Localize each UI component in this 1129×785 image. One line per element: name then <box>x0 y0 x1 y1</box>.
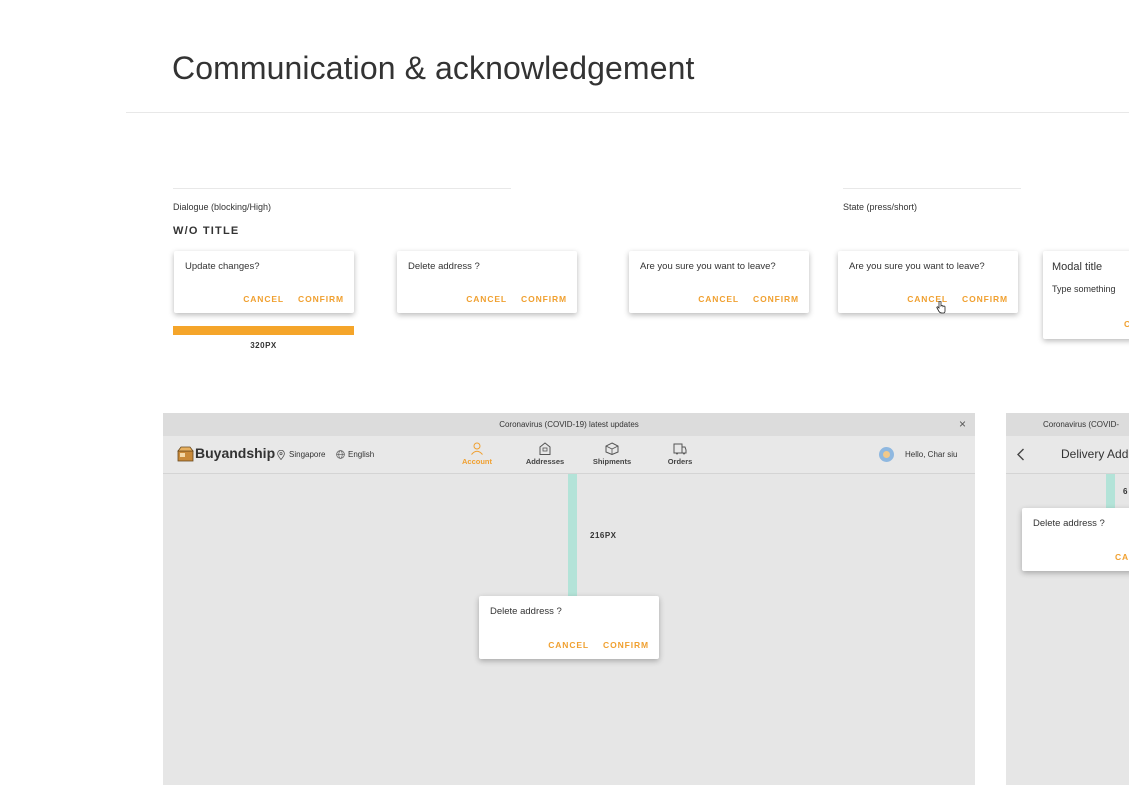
back-arrow-icon[interactable] <box>1016 448 1025 461</box>
covid-banner-text[interactable]: Coronavirus (COVID-19) latest updates <box>499 420 639 429</box>
dialog-leave: Are you sure you want to leave? CANCEL C… <box>629 251 809 313</box>
box-icon <box>605 442 619 455</box>
location-pin-icon <box>277 450 285 460</box>
building-icon <box>539 442 551 455</box>
mobile-app-frame: Coronavirus (COVID-19) Delivery Add 6 De… <box>1006 413 1129 785</box>
location-selector[interactable]: Singapore <box>289 450 325 459</box>
modal-with-title: Modal title Type something C <box>1043 251 1129 339</box>
nav-orders[interactable]: Orders <box>663 442 697 466</box>
title-divider <box>126 112 1129 113</box>
width-measure-bar <box>173 326 354 335</box>
section-label-dialogue: Dialogue (blocking/High) <box>173 202 272 212</box>
confirm-button[interactable]: CONFIRM <box>962 294 1008 304</box>
orders-icon <box>673 443 687 455</box>
cancel-button[interactable]: CANCEL <box>243 294 284 304</box>
dialog-message: Delete address ? <box>1033 518 1105 529</box>
mobile-header: Delivery Add <box>1006 436 1129 474</box>
dialog-delete-address: Delete address ? CANCEL CONFIRM <box>397 251 577 313</box>
user-icon <box>471 442 483 455</box>
mobile-covid-banner: Coronavirus (COVID-19) <box>1006 413 1129 452</box>
section-divider-left <box>173 188 511 189</box>
dialog-message: Are you sure you want to leave? <box>849 261 985 272</box>
cancel-button[interactable]: CANCEL <box>466 294 507 304</box>
modal-body: Type something <box>1052 284 1116 294</box>
modal-button[interactable]: C <box>1124 319 1129 329</box>
globe-icon <box>336 450 345 459</box>
height-measure-label: 216PX <box>590 531 617 540</box>
cancel-button[interactable]: CANC <box>1115 552 1129 562</box>
cancel-button[interactable]: CANCEL <box>548 640 589 650</box>
confirm-button[interactable]: CONFIRM <box>521 294 567 304</box>
dialog-message: Are you sure you want to leave? <box>640 261 776 272</box>
confirm-button[interactable]: CONFIRM <box>298 294 344 304</box>
language-selector[interactable]: English <box>348 450 374 459</box>
nav-label: Addresses <box>525 457 565 466</box>
page-title: Communication & acknowledgement <box>172 50 695 86</box>
width-measure-label: 320PX <box>250 341 277 350</box>
mobile-height-measure-label: 6 <box>1123 487 1128 496</box>
modal-title: Modal title <box>1052 261 1103 273</box>
cancel-button[interactable]: CANCEL <box>698 294 739 304</box>
section-divider-right <box>843 188 1021 189</box>
mobile-dialog-delete-address: Delete address ? CANC <box>1022 508 1129 571</box>
app-dialog-delete-address: Delete address ? CANCEL CONFIRM <box>479 596 659 659</box>
height-measure-bar <box>568 474 577 596</box>
top-navbar: Buyandship Singapore English Account Add <box>163 436 975 474</box>
mobile-height-measure-bar <box>1106 474 1115 508</box>
covid-banner: Coronavirus (COVID-19) latest updates × <box>163 413 975 436</box>
greeting-text[interactable]: Hello, Char siu <box>905 450 957 459</box>
nav-label: Account <box>462 457 492 466</box>
confirm-button[interactable]: CONFIRM <box>753 294 799 304</box>
nav-account[interactable]: Account <box>459 442 495 466</box>
nav-label: Orders <box>667 457 693 466</box>
confirm-button[interactable]: CONFIRM <box>603 640 649 650</box>
nav-label: Shipments <box>592 457 632 466</box>
desktop-app-frame: Coronavirus (COVID-19) latest updates × … <box>163 413 975 785</box>
close-icon[interactable]: × <box>959 413 966 436</box>
dialog-message: Delete address ? <box>490 606 562 617</box>
dialog-leave-pressed: Are you sure you want to leave? CANCEL C… <box>838 251 1018 313</box>
hand-cursor-icon <box>936 301 946 314</box>
dialog-update-changes: Update changes? CANCEL CONFIRM <box>174 251 354 313</box>
nav-shipments[interactable]: Shipments <box>591 442 633 466</box>
avatar[interactable] <box>879 447 894 462</box>
mobile-header-title: Delivery Add <box>1061 447 1129 461</box>
brand-logo[interactable]: Buyandship <box>195 445 275 461</box>
section-label-state: State (press/short) <box>843 202 918 212</box>
dialog-message: Update changes? <box>185 261 260 272</box>
section-subhead: W/O TITLE <box>173 225 240 237</box>
dialog-message: Delete address ? <box>408 261 480 272</box>
brand-box-icon <box>177 446 194 462</box>
nav-addresses[interactable]: Addresses <box>524 442 566 466</box>
